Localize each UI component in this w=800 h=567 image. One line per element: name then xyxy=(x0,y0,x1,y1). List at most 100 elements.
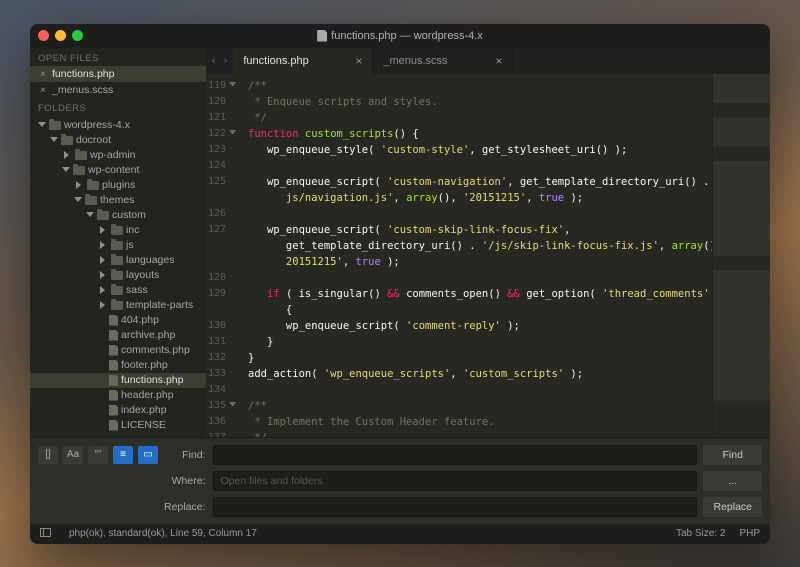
tree-folder[interactable]: layouts xyxy=(30,268,206,283)
toggle-word[interactable]: “” xyxy=(88,446,108,464)
code-editor[interactable]: 119120121122123124125 126127 128129 1301… xyxy=(206,74,770,437)
close-icon[interactable]: × xyxy=(38,68,48,80)
folder-icon xyxy=(111,226,123,235)
tree-file[interactable]: index.php xyxy=(30,403,206,418)
tree-item-label: index.php xyxy=(121,404,167,416)
chevron-down-icon[interactable] xyxy=(38,122,46,130)
chevron-down-icon[interactable] xyxy=(86,212,94,220)
status-tab-size[interactable]: Tab Size: 2 xyxy=(676,528,725,539)
minimize-icon[interactable] xyxy=(55,30,66,41)
nav-back-icon[interactable]: ‹ xyxy=(212,55,216,67)
chevron-right-icon[interactable] xyxy=(76,181,84,189)
chevron-down-icon[interactable] xyxy=(62,167,70,175)
tree-file[interactable]: LICENSE xyxy=(30,418,206,433)
tree-file[interactable]: functions.php xyxy=(30,373,206,388)
file-icon xyxy=(317,30,327,42)
tree-folder[interactable]: wp-content xyxy=(30,163,206,178)
tree-item-label: header.php xyxy=(121,389,174,401)
status-language[interactable]: PHP xyxy=(739,528,760,539)
where-browse-button[interactable]: ... xyxy=(703,471,762,491)
tree-folder[interactable]: wordpress-4.x xyxy=(30,118,206,133)
tree-item-label: comments.php xyxy=(121,344,190,356)
tree-folder[interactable]: themes xyxy=(30,193,206,208)
folder-icon xyxy=(111,286,123,295)
sidebar[interactable]: OPEN FILES ×functions.php×_menus.scss FO… xyxy=(30,48,206,437)
tree-folder[interactable]: inc xyxy=(30,223,206,238)
folder-icon xyxy=(75,151,87,160)
status-panel-icon[interactable] xyxy=(40,528,55,540)
titlebar[interactable]: functions.php — wordpress-4.x xyxy=(30,24,770,48)
minimap[interactable] xyxy=(712,74,770,437)
file-icon xyxy=(109,330,118,341)
window-controls xyxy=(38,30,83,41)
tree-folder[interactable]: wp-admin xyxy=(30,148,206,163)
folder-icon xyxy=(61,136,73,145)
nav-forward-icon[interactable]: › xyxy=(224,55,228,67)
window-title: functions.php — wordpress-4.x xyxy=(30,30,770,42)
tree-item-label: js xyxy=(126,239,134,251)
open-files-label: OPEN FILES xyxy=(30,48,206,66)
folders-label: FOLDERS xyxy=(30,98,206,116)
folder-icon xyxy=(73,166,85,175)
tree-folder[interactable]: plugins xyxy=(30,178,206,193)
chevron-right-icon[interactable] xyxy=(100,256,108,264)
chevron-down-icon[interactable] xyxy=(74,197,82,205)
file-icon xyxy=(109,390,118,401)
open-file-item[interactable]: ×functions.php xyxy=(30,66,206,82)
fold-icon[interactable] xyxy=(229,130,236,137)
tree-file[interactable]: comments.php xyxy=(30,343,206,358)
close-icon[interactable]: × xyxy=(355,54,362,68)
gutter[interactable]: 119120121122123124125 126127 128129 1301… xyxy=(206,74,242,437)
find-button[interactable]: Find xyxy=(703,445,762,465)
folder-icon xyxy=(49,121,61,130)
tree-folder[interactable]: js xyxy=(30,238,206,253)
tree-folder[interactable]: sass xyxy=(30,283,206,298)
tree-item-label: archive.php xyxy=(121,329,175,341)
editor-tab[interactable]: functions.php× xyxy=(233,48,373,74)
tree-folder[interactable]: docroot xyxy=(30,133,206,148)
tree-item-label: themes xyxy=(100,194,134,206)
status-bar: php(ok), standard(ok), Line 59, Column 1… xyxy=(30,524,770,544)
tree-item-label: sass xyxy=(126,284,148,296)
replace-button[interactable]: Replace xyxy=(703,497,762,517)
chevron-right-icon[interactable] xyxy=(100,286,108,294)
tree-file[interactable]: archive.php xyxy=(30,328,206,343)
toggle-buffer[interactable]: ▭ xyxy=(138,446,158,464)
chevron-down-icon[interactable] xyxy=(50,137,58,145)
chevron-right-icon[interactable] xyxy=(100,226,108,234)
tree-file[interactable]: header.php xyxy=(30,388,206,403)
open-file-item[interactable]: ×_menus.scss xyxy=(30,82,206,98)
folder-icon xyxy=(111,271,123,280)
chevron-right-icon[interactable] xyxy=(100,241,108,249)
tree-folder[interactable]: template-parts xyxy=(30,298,206,313)
chevron-right-icon[interactable] xyxy=(100,301,108,309)
folder-icon xyxy=(111,241,123,250)
close-icon[interactable]: × xyxy=(495,54,502,68)
close-icon[interactable]: × xyxy=(38,84,48,96)
tree-file[interactable]: 404.php xyxy=(30,313,206,328)
status-left[interactable]: php(ok), standard(ok), Line 59, Column 1… xyxy=(69,528,257,540)
fold-icon[interactable] xyxy=(229,82,236,89)
replace-input[interactable] xyxy=(213,497,697,517)
chevron-right-icon[interactable] xyxy=(100,271,108,279)
toggle-case[interactable]: Aa xyxy=(63,446,83,464)
tree-folder[interactable]: custom xyxy=(30,208,206,223)
tree-file[interactable]: footer.php xyxy=(30,358,206,373)
tree-item-label: plugins xyxy=(102,179,135,191)
file-icon xyxy=(109,345,118,356)
chevron-right-icon[interactable] xyxy=(64,151,72,159)
find-input[interactable] xyxy=(213,445,697,465)
code-content[interactable]: /** * Enqueue scripts and styles. */func… xyxy=(242,74,712,437)
folder-icon xyxy=(87,181,99,190)
tree-folder[interactable]: languages xyxy=(30,253,206,268)
editor-window: functions.php — wordpress-4.x OPEN FILES… xyxy=(30,24,770,544)
toggle-regex[interactable]: [] xyxy=(38,446,58,464)
maximize-icon[interactable] xyxy=(72,30,83,41)
tree-item-label: wp-admin xyxy=(90,149,136,161)
fold-icon[interactable] xyxy=(229,402,236,409)
where-input[interactable] xyxy=(213,471,697,491)
editor-tab[interactable]: _menus.scss× xyxy=(373,48,513,74)
toggle-context[interactable]: ≡ xyxy=(113,446,133,464)
close-icon[interactable] xyxy=(38,30,49,41)
file-icon xyxy=(109,315,118,326)
